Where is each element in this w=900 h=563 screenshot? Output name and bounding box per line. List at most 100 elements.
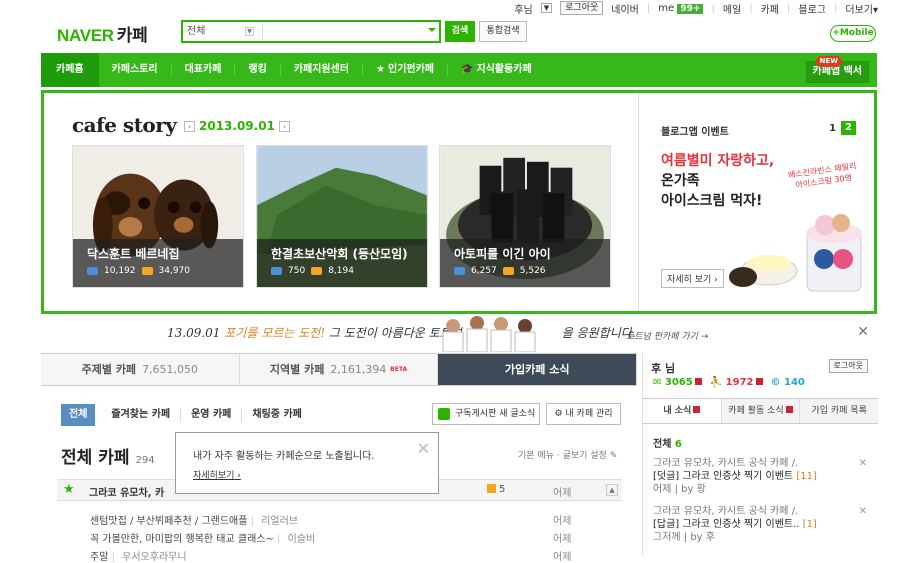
story-card-name: 한결초보산악회 (등산모임) — [271, 247, 408, 261]
logout-button[interactable]: 로그아웃 — [560, 1, 604, 15]
favorite-cafe-date: 어제 — [553, 488, 572, 499]
close-icon[interactable]: ✕ — [859, 457, 867, 470]
user-menu-dropdown-icon[interactable]: ▼ — [540, 3, 553, 13]
tab-label: 카페 활동 소식 — [728, 406, 784, 416]
promo-text[interactable]: 여름별미 자랑하고, 온가족 아이스크림 먹자! — [661, 151, 774, 211]
link-mail[interactable]: 메일 — [723, 1, 741, 16]
pager-page-1[interactable]: 1 — [829, 123, 836, 134]
tab-label: 주제별 카페 — [81, 363, 137, 376]
list-item[interactable]: 주말 | 우서오후라무니 — [90, 548, 187, 563]
players-image — [442, 316, 536, 352]
tab-joined-cafe-list[interactable]: 가입 카페 목록 — [800, 399, 879, 423]
search-category-value: 전체 — [187, 26, 206, 37]
next-arrow-icon[interactable]: › — [278, 120, 290, 132]
blog-app-event-label: 블로그앱 이벤트 — [661, 127, 729, 138]
story-card[interactable]: 닥스훈트 베르네집 10,192 34,970 — [72, 145, 244, 288]
link-more-label: 더보기 — [845, 4, 873, 16]
search-box[interactable]: 전체 ▼ — [181, 20, 441, 43]
nav-knowledge-cafe[interactable]: 🎓 지식활동카페 — [448, 63, 545, 77]
cafe-app-button[interactable]: 카페앱 백서 NEW — [805, 56, 869, 83]
tab-count: 7,651,050 — [142, 363, 199, 376]
stat-value: 1972 — [725, 377, 754, 388]
tab-joined-cafe-news[interactable]: 가입카페 소식 — [438, 354, 638, 385]
star-icon[interactable]: ★ — [63, 482, 75, 497]
graduation-cap-icon: 🎓 — [461, 64, 474, 75]
nav-cafe-story[interactable]: 카페스토리 — [99, 63, 172, 77]
naver-cafe-logo[interactable]: NAVER 카페 — [57, 21, 148, 46]
stat-coins[interactable]: © 140 — [771, 377, 805, 388]
subtab-favorite[interactable]: 즐겨찾는 카페 — [101, 408, 182, 422]
post-title: 꼭 가볼만한, 마미팝의 행복한 태교 클래스~ — [90, 534, 274, 545]
stat-mail[interactable]: ✉ 3065 — [653, 377, 702, 388]
news-item[interactable]: 그라코 유모차, 카시트 공식 카페 /. [답글] 그라코 인증샷 찍기 이벤… — [653, 505, 871, 544]
nav-cafe-home[interactable]: 카페홈 — [41, 53, 99, 87]
link-naver[interactable]: 네이버 — [611, 1, 639, 16]
members-count: 750 — [288, 266, 306, 276]
user-stats: ✉ 3065 ⛹ 1972 © 140 — [653, 377, 805, 388]
tottenham-banner[interactable]: 13.09.01 포기를 모르는 도전! 그 도전이 아름다운 토트넘 을 응원합… — [41, 316, 877, 352]
manage-cafe-button[interactable]: ⚙ 내 카페 관리 — [546, 403, 621, 425]
story-card-name: 아토피를 이긴 아이 — [454, 247, 551, 261]
view-settings-link[interactable]: 기본 메뉴 · 글보기 설정 ✎ — [518, 448, 617, 461]
all-cafe-title: 전체 카페 294 — [61, 443, 155, 468]
tab-count: 2,161,394 — [330, 363, 387, 376]
info-tooltip: 내가 자주 활동하는 카페순으로 노출됩니다. 자세히보기 › ✕ — [175, 432, 439, 494]
subtab-all[interactable]: 전체 — [61, 404, 96, 426]
story-card[interactable]: 아토피를 이긴 아이 6,257 5,526 — [439, 145, 611, 288]
tooltip-detail-link[interactable]: 자세히보기 › — [193, 468, 421, 481]
promo-detail-button[interactable]: 자세히 보기 › — [661, 269, 724, 288]
news-meta: 그저께 | by 후 — [653, 532, 715, 543]
mobile-button[interactable]: +Mobile — [830, 25, 876, 42]
prev-arrow-icon[interactable]: ‹ — [184, 120, 195, 132]
subtab-managed[interactable]: 운영 카페 — [181, 408, 243, 422]
close-icon[interactable]: ✕ — [417, 439, 430, 458]
link-cafe[interactable]: 카페 — [761, 1, 779, 16]
close-icon[interactable]: ✕ — [857, 324, 869, 340]
nav-popular-fan-cafe[interactable]: ★ 인기펀카페 — [363, 63, 448, 77]
pager-page-2[interactable]: 2 — [841, 121, 856, 135]
nav-support-center[interactable]: 카페지원센터 — [281, 63, 364, 77]
link-more[interactable]: 더보기▾ — [845, 1, 878, 16]
collapse-icon[interactable]: ▲ — [606, 484, 618, 496]
subtab-chatting[interactable]: 채팅중 카페 — [242, 408, 311, 422]
nav-ranking[interactable]: 랭킹 — [235, 63, 281, 77]
integrated-search-button[interactable]: 통합검색 — [479, 21, 527, 42]
tab-topic-cafe[interactable]: 주제별 카페 7,651,050 — [41, 354, 240, 385]
favorite-cafe-name: 그라코 유모차, 카 — [89, 488, 165, 499]
user-name[interactable]: 후님 — [514, 1, 532, 16]
story-card[interactable]: 한결초보산악회 (등산모임) 750 8,194 — [256, 145, 428, 288]
panel-logout-button[interactable]: 로그아웃 — [828, 359, 868, 373]
story-card-caption: 한결초보산악회 (등산모임) 750 8,194 — [257, 239, 427, 287]
link-blog[interactable]: 블로그 — [798, 1, 826, 16]
view-settings-label: 기본 메뉴 · 글보기 설정 — [518, 451, 607, 461]
tab-region-cafe[interactable]: 지역별 카페 2,161,394 BETA — [239, 354, 439, 385]
nav-representative-cafe[interactable]: 대표카페 — [172, 63, 236, 77]
link-me[interactable]: me 99+ — [658, 3, 704, 14]
user-panel: 후 님 로그아웃 ✉ 3065 ⛹ 1972 © 140 내 소식 카페 활동 … — [642, 353, 879, 554]
members-count: 6,257 — [471, 266, 497, 276]
search-category-select[interactable]: 전체 ▼ — [187, 24, 263, 39]
list-item[interactable]: 꼭 가볼만한, 마미팝의 행복한 태교 클래스~ | 이슬비 — [90, 530, 315, 545]
new-dot-icon — [755, 378, 763, 385]
members-icon — [271, 267, 282, 275]
news-item[interactable]: 그라코 유모차, 카시트 공식 카페 /. [덧글] 그라코 인증샷 찍기 이벤… — [653, 457, 871, 496]
search-button[interactable]: 검색 — [445, 21, 475, 42]
sub-tabs: 전체 즐겨찾는 카페 운영 카페 채팅중 카페 — [61, 404, 312, 426]
tab-cafe-activity[interactable]: 카페 활동 소식 — [721, 399, 801, 423]
members-icon — [87, 267, 98, 275]
nav-knowledge-cafe-label: 지식활동카페 — [476, 64, 532, 75]
tab-my-news[interactable]: 내 소식 — [643, 399, 722, 423]
news-source: 그라코 유모차, 카시트 공식 카페 /. — [653, 506, 799, 517]
fan-cafe-link[interactable]: 토트넘 펀카페 가기 → — [626, 329, 708, 342]
close-icon[interactable]: ✕ — [859, 505, 867, 518]
tab-label: 내 소식 — [663, 406, 692, 416]
tooltip-link-label: 자세히보기 — [193, 471, 235, 481]
subscribe-button[interactable]: 구독게시판 새 글소식 — [432, 403, 540, 425]
posts-icon — [141, 267, 153, 275]
stat-value: 3065 — [664, 377, 693, 388]
promo-line-3: 아이스크림 먹자! — [661, 193, 763, 209]
search-dropdown-icon[interactable] — [428, 28, 436, 36]
star-icon: ★ — [376, 64, 385, 75]
stat-points[interactable]: ⛹ 1972 — [710, 377, 763, 388]
list-item[interactable]: 센텀맛집 / 부산뷔페추천 / 그랜드애플 | 리얼러브 — [90, 512, 298, 527]
